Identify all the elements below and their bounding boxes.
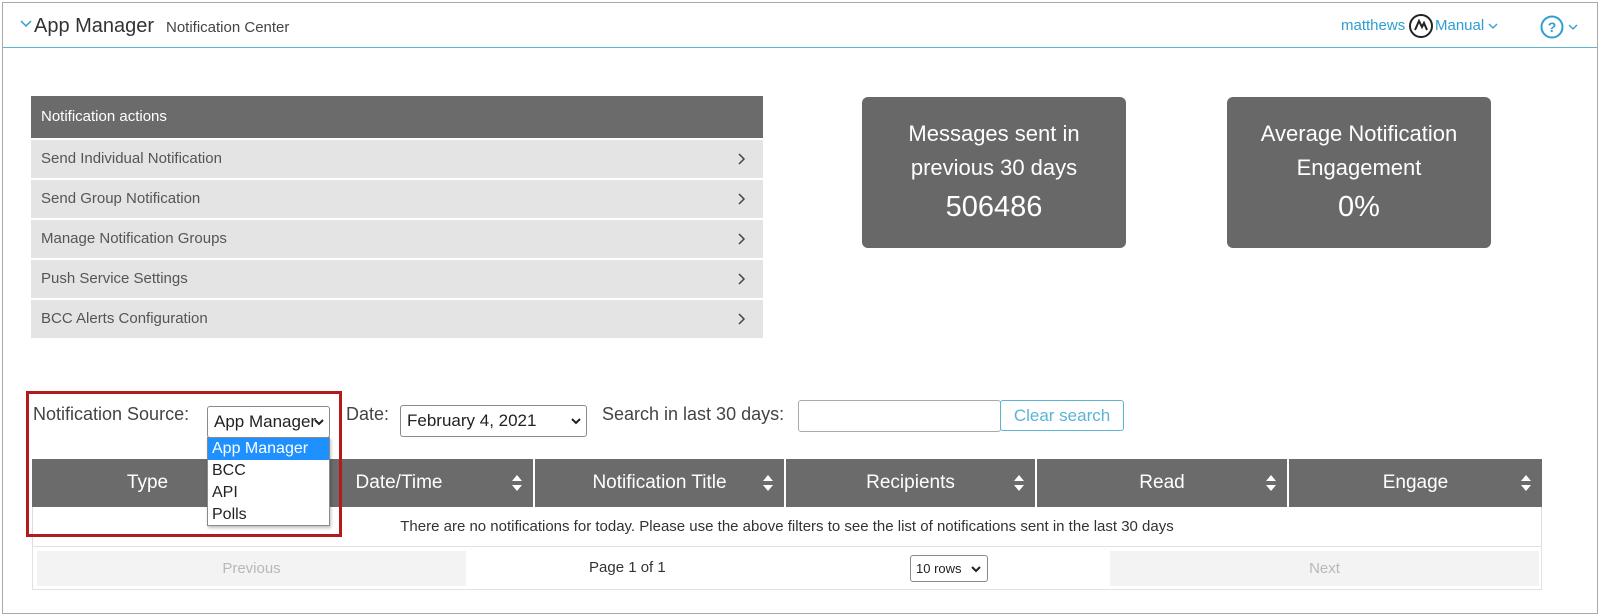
column-label: Recipients: [866, 472, 955, 493]
previous-page-button[interactable]: Previous: [37, 551, 466, 586]
column-header-title[interactable]: Notification Title: [535, 459, 786, 507]
chevron-down-icon: [1568, 24, 1578, 30]
card-label-line2: Engagement: [1296, 155, 1422, 180]
help-icon: ?: [1540, 15, 1564, 39]
chevron-down-icon: [971, 566, 981, 573]
chevron-right-icon: [738, 273, 746, 285]
sort-icon: [512, 475, 522, 491]
action-label: Manage Notification Groups: [41, 230, 227, 247]
engagement-value: 0%: [1338, 191, 1380, 223]
chevron-down-icon: [1488, 23, 1498, 29]
card-label-line1: Messages sent in: [908, 121, 1080, 146]
manual-menu[interactable]: Manual: [1435, 17, 1499, 34]
date-select[interactable]: February 4, 2021: [400, 405, 587, 437]
next-page-button[interactable]: Next: [1110, 551, 1539, 586]
action-label: Push Service Settings: [41, 270, 188, 287]
action-label: Send Group Notification: [41, 190, 201, 207]
rows-selected-value: 10 rows: [916, 561, 962, 576]
top-bar: App Manager Notification Center matthews…: [3, 3, 1597, 48]
help-menu[interactable]: ?: [1540, 15, 1579, 39]
page-info: Page 1 of 1: [589, 559, 666, 576]
sort-icon: [763, 475, 773, 491]
messages-sent-value: 506486: [945, 191, 1043, 223]
chevron-right-icon: [738, 153, 746, 165]
card-label-line2: previous 30 days: [910, 155, 1078, 180]
column-label: Date/Time: [355, 472, 443, 493]
chevron-right-icon: [738, 193, 746, 205]
action-bcc-alerts[interactable]: BCC Alerts Configuration: [31, 300, 763, 338]
column-header-recipients[interactable]: Recipients: [786, 459, 1037, 507]
svg-text:?: ?: [1548, 19, 1557, 35]
action-manage-groups[interactable]: Manage Notification Groups: [31, 220, 763, 258]
column-label: Engage: [1382, 472, 1449, 493]
highlight-box: [26, 391, 342, 537]
date-selected-value: February 4, 2021: [407, 411, 537, 430]
app-window: App Manager Notification Center matthews…: [2, 2, 1598, 614]
manual-label: Manual: [1435, 17, 1485, 34]
sort-icon: [1266, 475, 1276, 491]
messages-sent-card: Messages sent in previous 30 days 506486: [862, 97, 1126, 248]
chevron-right-icon: [738, 233, 746, 245]
date-label: Date:: [346, 404, 390, 424]
chevron-right-icon: [738, 313, 746, 325]
card-label-line1: Average Notification: [1260, 121, 1458, 146]
action-label: Send Individual Notification: [41, 150, 222, 167]
search-label: Search in last 30 days:: [602, 404, 785, 424]
search-input[interactable]: [798, 400, 1001, 432]
sort-icon: [1014, 475, 1024, 491]
user-name: matthews: [1341, 17, 1406, 34]
column-header-engage[interactable]: Engage: [1289, 459, 1542, 507]
pagination-bar: Previous Page 1 of 1 10 rows Next: [32, 546, 1542, 590]
app-title: App Manager: [34, 15, 155, 37]
clear-search-button[interactable]: Clear search: [1000, 400, 1124, 431]
column-label: Notification Title: [592, 472, 727, 493]
notification-actions-panel: Notification actions Send Individual Not…: [31, 96, 763, 338]
sort-icon: [1521, 475, 1531, 491]
column-header-read[interactable]: Read: [1037, 459, 1289, 507]
page-subtitle: Notification Center: [166, 19, 290, 36]
action-label: BCC Alerts Configuration: [41, 310, 208, 327]
collapse-chevron-icon[interactable]: [19, 17, 33, 31]
engagement-card: Average Notification Engagement 0%: [1227, 97, 1491, 248]
action-push-settings[interactable]: Push Service Settings: [31, 260, 763, 298]
action-send-individual[interactable]: Send Individual Notification: [31, 140, 763, 178]
rows-per-page-select[interactable]: 10 rows: [910, 555, 988, 582]
column-label: Read: [1139, 472, 1185, 493]
org-logo-icon: [1409, 14, 1433, 38]
action-send-group[interactable]: Send Group Notification: [31, 180, 763, 218]
chevron-down-icon: [571, 418, 581, 425]
panel-heading: Notification actions: [31, 96, 763, 138]
